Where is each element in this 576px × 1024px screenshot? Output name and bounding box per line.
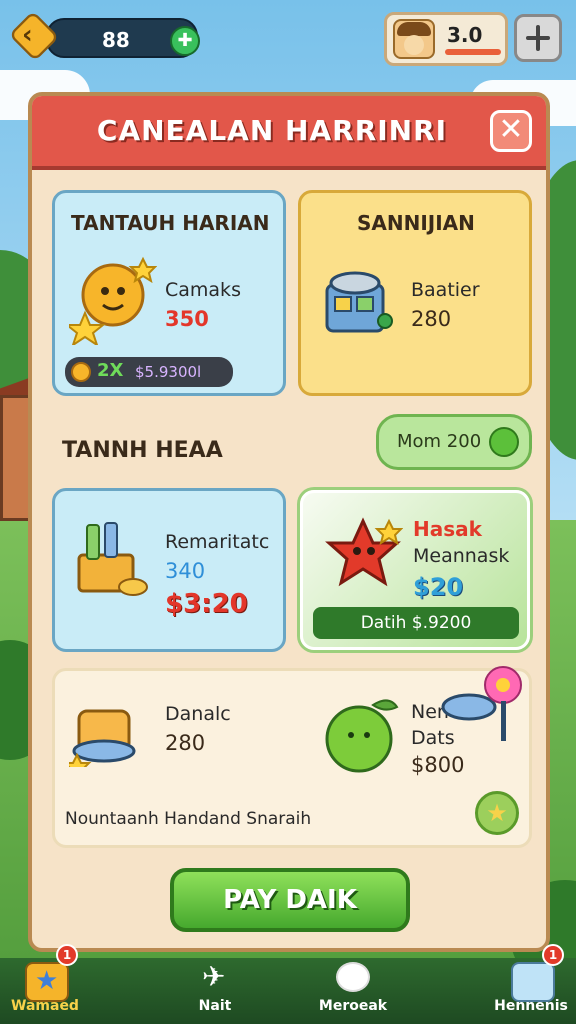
- panel-title: CANEALAN HARRINRI: [96, 114, 448, 147]
- offer-right-buy-button[interactable]: Datih $.9200: [313, 607, 519, 639]
- currency-hud: 88 ✚ ‹: [8, 10, 200, 62]
- offer-left-name: Remaritatc: [165, 531, 270, 553]
- nav-item-meroeak[interactable]: Meroeak: [308, 958, 398, 1024]
- bottom-nav: ★ 1 Wamaed ✈ Nait Meroeak 1 Hennenis: [0, 944, 576, 1024]
- avatar-hair: [397, 22, 431, 36]
- special-card[interactable]: SANNIJIAN Baatier 280: [298, 190, 532, 396]
- level-text: 3.0: [447, 23, 483, 47]
- player-profile[interactable]: 3.0: [384, 12, 508, 66]
- level-progress-bar: [445, 49, 501, 55]
- shop-panel: CANEALAN HARRINRI ✕ TANTAUH HARIAN Camak…: [28, 92, 550, 952]
- special-item-name: Baatier: [411, 279, 480, 301]
- nav-label: Wamaed: [11, 998, 79, 1014]
- back-arrow-icon: ‹: [22, 20, 33, 50]
- bundle-item1-name: Danalc: [165, 703, 231, 725]
- paper-plane-icon: ✈: [202, 960, 226, 993]
- daily-card-title: TANTAUH HARIAN: [71, 211, 270, 235]
- star-glyph: ★: [35, 966, 59, 996]
- offer-right-name: Meannask: [413, 545, 510, 567]
- nav-label: Hennenis: [494, 998, 568, 1014]
- nav-item-wamaed[interactable]: ★ 1 Wamaed: [0, 944, 90, 1024]
- star-icon: ★: [25, 962, 69, 1002]
- battery-pack-icon: [325, 271, 393, 333]
- special-card-title: SANNIJIAN: [357, 211, 475, 235]
- coin-count: 88: [102, 28, 130, 52]
- treasure-box-icon: [77, 522, 148, 596]
- offer-right-label: Hasak: [413, 517, 482, 541]
- menu-button[interactable]: [514, 14, 562, 62]
- cloud-pet-icon: [336, 962, 370, 992]
- cooking-pot-icon: [69, 709, 136, 767]
- offer-right-price: $20: [413, 573, 464, 601]
- daily-card[interactable]: TANTAUH HARIAN Camaks 350 2X $5.9300l: [52, 190, 286, 396]
- bundle-card[interactable]: Danalc 280 Nen Dats $800 Nountaanh Handa…: [52, 666, 532, 848]
- menu-icon-bar: [526, 36, 550, 40]
- nav-badge: 1: [56, 944, 78, 966]
- avatar: [393, 19, 435, 59]
- coin-star-icon: [69, 256, 157, 345]
- offer-left-value: 340: [165, 559, 206, 583]
- bundle-footer: Nountaanh Handand Snaraih: [65, 809, 312, 829]
- nav-badge: 1: [542, 944, 564, 966]
- bundle-star-button[interactable]: ★: [475, 791, 519, 835]
- add-coins-button[interactable]: ✚: [170, 26, 200, 56]
- daily-pill-price: $5.9300l: [135, 363, 202, 381]
- flower-bowl-icon: [441, 666, 522, 741]
- offer-left-price: $3:20: [165, 589, 248, 619]
- leaf-icon: [489, 427, 519, 457]
- more-button-label: Mom 200: [397, 431, 482, 452]
- map-icon: [511, 962, 555, 1002]
- offer-left-card[interactable]: Remaritatc 340 $3:20: [52, 488, 286, 652]
- panel-header: CANEALAN HARRINRI ✕: [32, 96, 546, 170]
- nav-item-nait[interactable]: ✈ Nait: [170, 958, 260, 1024]
- nav-label: Nait: [198, 998, 232, 1014]
- avatar-face: [404, 35, 424, 55]
- daily-item-value: 350: [165, 307, 209, 331]
- daily-item-name: Camaks: [165, 279, 241, 301]
- bundle-item1-value: 280: [165, 731, 206, 755]
- bundle-item2-price: $800: [411, 753, 465, 777]
- red-star-monster-icon: [325, 517, 403, 587]
- daily-pill-amount: 2X: [97, 360, 124, 381]
- nav-label: Meroeak: [318, 998, 388, 1014]
- special-item-value: 280: [411, 307, 452, 331]
- more-button[interactable]: Mom 200: [376, 414, 532, 470]
- offer-right-card[interactable]: Hasak Meannask $20 Datih $.9200: [300, 490, 530, 650]
- coin-bar: 88 ✚: [46, 18, 200, 58]
- daily-price-pill[interactable]: 2X $5.9300l: [65, 357, 233, 387]
- close-button[interactable]: ✕: [490, 110, 532, 152]
- green-fruit-icon: [325, 699, 399, 773]
- section-title: TANNH HEAA: [62, 438, 223, 463]
- pay-button[interactable]: PAY DAIK: [170, 868, 410, 932]
- nav-item-hennenis[interactable]: 1 Hennenis: [486, 944, 576, 1024]
- coin-icon: [71, 362, 91, 382]
